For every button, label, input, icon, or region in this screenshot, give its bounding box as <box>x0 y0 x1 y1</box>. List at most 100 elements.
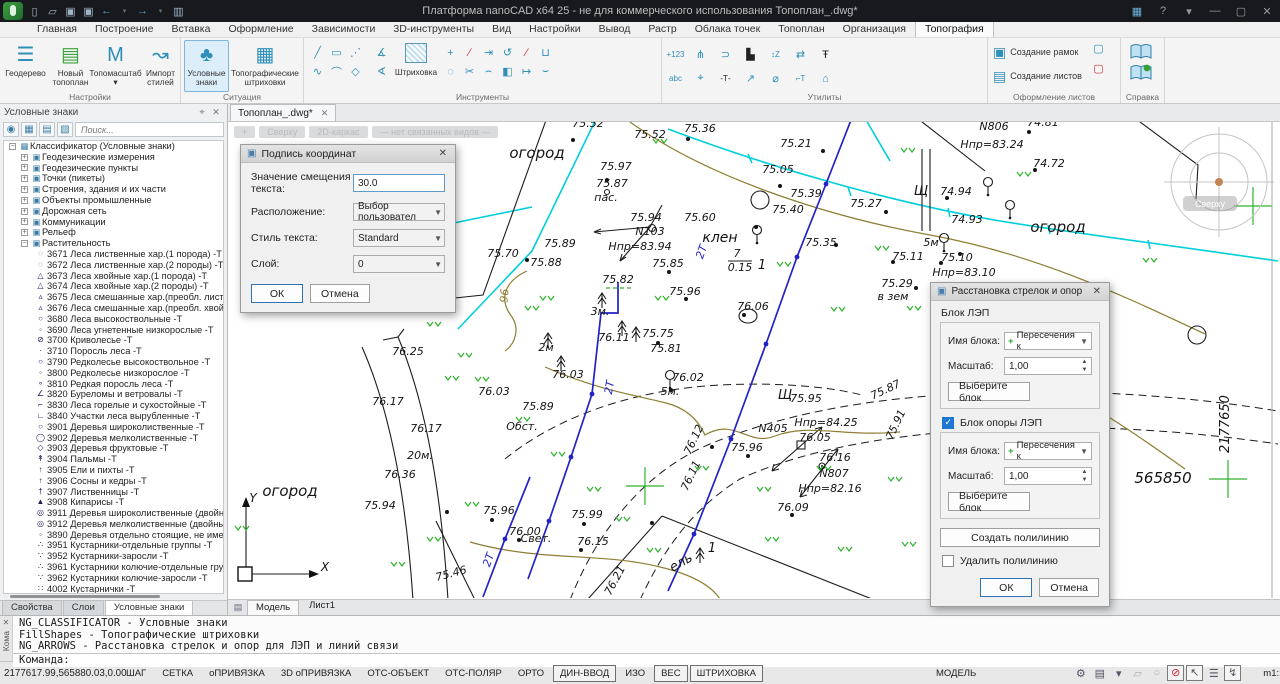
pent3d-icon[interactable]: ⌂ <box>817 70 834 87</box>
tree-item[interactable]: ◦3690 Леса угнетенные низкорослые -Т <box>4 325 223 336</box>
pin-icon[interactable]: ⌖ <box>195 107 209 118</box>
tree-item[interactable]: ▵3675 Леса смешанные хар.(преобл. листв <box>4 292 223 303</box>
expand-icon[interactable]: + <box>21 164 28 171</box>
tree-item[interactable]: ◌3672 Леса лиственные хар.(2 породы) -Т <box>4 260 223 271</box>
line-icon[interactable]: ╱ <box>309 44 326 61</box>
support-block-checkbox[interactable] <box>942 417 954 429</box>
tree-item[interactable]: ∷4002 Кустарнички -Т <box>4 584 223 594</box>
abc-icon[interactable]: abc <box>667 70 684 87</box>
search-input[interactable] <box>75 122 224 137</box>
ribbon-tab-3D-инструменты[interactable]: 3D-инструменты <box>384 22 483 37</box>
tree-item[interactable]: †3907 Лиственницы -Т <box>4 487 223 498</box>
rotate-icon[interactable]: ↺ <box>499 44 516 61</box>
toggle-ОТС-ПОЛЯР[interactable]: ОТС-ПОЛЯР <box>438 665 509 682</box>
cancel-button[interactable]: Отмена <box>310 284 370 303</box>
help-caret[interactable]: ▾ <box>1176 5 1202 18</box>
redo-caret[interactable]: ▾ <box>153 7 168 15</box>
redo-icon[interactable]: → <box>135 5 150 17</box>
tree-item[interactable]: −▣Растительность <box>4 238 223 249</box>
ribbon-tab-Вид[interactable]: Вид <box>483 22 520 37</box>
tree-item[interactable]: ∴3961 Кустарники колючие-отдельные груп <box>4 562 223 573</box>
gradient-icon[interactable]: ◧ <box>499 63 516 80</box>
break2-icon[interactable]: ∕ <box>518 44 535 61</box>
tree-item[interactable]: ↑3906 Сосны и кедры -Т <box>4 476 223 487</box>
frame-delete-icon[interactable]: ▢ <box>1090 60 1107 77</box>
tree-item[interactable]: ∴3951 Кустарники-отдельные группы -Т <box>4 540 223 551</box>
viewport-control-3[interactable]: — нет связанных видов — <box>372 126 499 138</box>
panel-tab-Условные знаки[interactable]: Условные знаки <box>105 600 193 615</box>
toggle-ИЗО[interactable]: ИЗО <box>618 665 652 682</box>
rect-icon[interactable]: ▭ <box>328 44 345 61</box>
choose-block-button[interactable]: Выберите блок <box>948 382 1030 401</box>
tree-item[interactable]: ↑3905 Ели и пихты -Т <box>4 465 223 476</box>
tree-item[interactable]: △3674 Леса хвойные хар.(2 породы) -Т <box>4 281 223 292</box>
tree-item[interactable]: −▦Классификатор (Условные знаки) <box>4 141 223 152</box>
user-settings-icon[interactable]: ⚙ <box>1072 667 1089 680</box>
undo-caret[interactable]: ▾ <box>117 7 132 15</box>
tree-item[interactable]: ◯3902 Деревья мелколиственные -Т <box>4 433 223 444</box>
toggle-оПРИВЯЗКА[interactable]: оПРИВЯЗКА <box>202 665 272 682</box>
ribbon-tab-Вставка[interactable]: Вставка <box>162 22 219 37</box>
t-dash-icon[interactable]: -Т- <box>717 70 734 87</box>
coords-123-icon[interactable]: +123 <box>667 46 684 63</box>
save-icon[interactable]: ▣ <box>63 5 78 18</box>
navigation-wheel[interactable] <box>1164 127 1274 237</box>
layer-list-icon[interactable]: ☰ <box>1205 667 1222 680</box>
circle-select-icon[interactable]: ⌀ <box>767 70 784 87</box>
topo-hatches-button[interactable]: ▦Топографическиештриховки <box>229 40 301 92</box>
app-logo[interactable] <box>3 2 23 20</box>
expand-icon[interactable]: + <box>21 154 28 161</box>
horizontal-scrollbar[interactable] <box>6 595 221 599</box>
toggle-3D оПРИВЯЗКА[interactable]: 3D оПРИВЯЗКА <box>274 665 359 682</box>
expand-icon[interactable]: + <box>21 186 28 193</box>
support-scale-spinner[interactable]: 1,00▲▼ <box>1004 467 1092 485</box>
measure-icon[interactable]: ∢ <box>373 63 390 80</box>
sketch-icon[interactable]: ∿ <box>309 63 326 80</box>
support-name-select[interactable]: +Пересечения к▼ <box>1004 442 1092 460</box>
frame-light-icon[interactable]: ▢ <box>1090 40 1107 57</box>
tree-item[interactable]: ∠3820 Буреломы и ветровалы -Т <box>4 389 223 400</box>
close-panel-icon[interactable]: ✕ <box>209 107 223 118</box>
dialog-title-bar[interactable]: ▣ Подпись координат ✕ <box>241 145 455 163</box>
tree-item[interactable]: ◎3911 Деревья широколиственные (двойн <box>4 508 223 519</box>
tree-item[interactable]: +▣Строения, здания и их части <box>4 184 223 195</box>
maximize-button[interactable]: ▢ <box>1228 5 1254 18</box>
viewport-control-2[interactable]: 2D-каркас <box>309 126 367 138</box>
ribbon-tab-Зависимости[interactable]: Зависимости <box>303 22 385 37</box>
field-select[interactable]: Standard▼ <box>353 229 445 247</box>
delete-polyline-checkbox[interactable] <box>942 555 954 567</box>
t-strike-icon[interactable]: Ŧ <box>817 46 834 63</box>
undo-icon[interactable]: ← <box>99 5 114 17</box>
toggle-ВЕС[interactable]: ВЕС <box>654 665 688 682</box>
model-tab-Лист1[interactable]: Лист1 <box>301 600 343 615</box>
toggle-ОРТО[interactable]: ОРТО <box>511 665 551 682</box>
tree-item[interactable]: +▣Геодезические пункты <box>4 163 223 174</box>
dropdown-icon[interactable]: ▾ <box>1110 667 1127 680</box>
collapse-icon[interactable]: − <box>9 143 16 150</box>
open-file-icon[interactable]: ▱ <box>45 5 60 18</box>
align-icon[interactable]: ⇥ <box>480 44 497 61</box>
move-icon[interactable]: + <box>442 44 459 61</box>
toggle-СЕТКА[interactable]: СЕТКА <box>155 665 200 682</box>
table-icon[interactable]: ▦ <box>21 122 37 137</box>
tree-item[interactable]: ▲3908 Кипарисы -Т <box>4 497 223 508</box>
ribbon-tab-Вывод[interactable]: Вывод <box>590 22 640 37</box>
ghost-frame-icon[interactable]: ▱ <box>1129 667 1146 680</box>
scale-spinner[interactable]: 1,00▲▼ <box>1004 357 1092 375</box>
toposcale-button[interactable]: МТопомасштаб▾ <box>93 40 138 92</box>
measure-n-icon[interactable]: ∡ <box>373 44 390 61</box>
create-frames-button[interactable]: ▣Создание рамок <box>991 40 1084 64</box>
grid-settings-icon[interactable]: ▧ <box>57 122 73 137</box>
sheet-settings-icon[interactable]: ▤ <box>1091 667 1108 680</box>
tree-item[interactable]: +▣Дорожная сеть <box>4 206 223 217</box>
tree-item[interactable]: ○3680 Леса высокоствольные -Т <box>4 314 223 325</box>
steps-icon[interactable]: ▙ <box>742 46 759 63</box>
cursor-select-icon[interactable]: ↖ <box>1186 665 1203 681</box>
tree-item[interactable]: ▵3676 Леса смешанные хар.(преобл. хвойн <box>4 303 223 314</box>
ribbon-tab-Топоплан[interactable]: Топоплан <box>769 22 833 37</box>
tree-item[interactable]: ∵3952 Кустарники-заросли -Т <box>4 551 223 562</box>
spinner-arrows-icon[interactable]: ▲▼ <box>1079 469 1090 483</box>
lt-icon[interactable]: ⌐Т <box>792 70 809 87</box>
create-polyline-button[interactable]: Создать полилинию <box>940 528 1100 547</box>
tree-item[interactable]: ∟3840 Участки леса вырубленные -Т <box>4 411 223 422</box>
